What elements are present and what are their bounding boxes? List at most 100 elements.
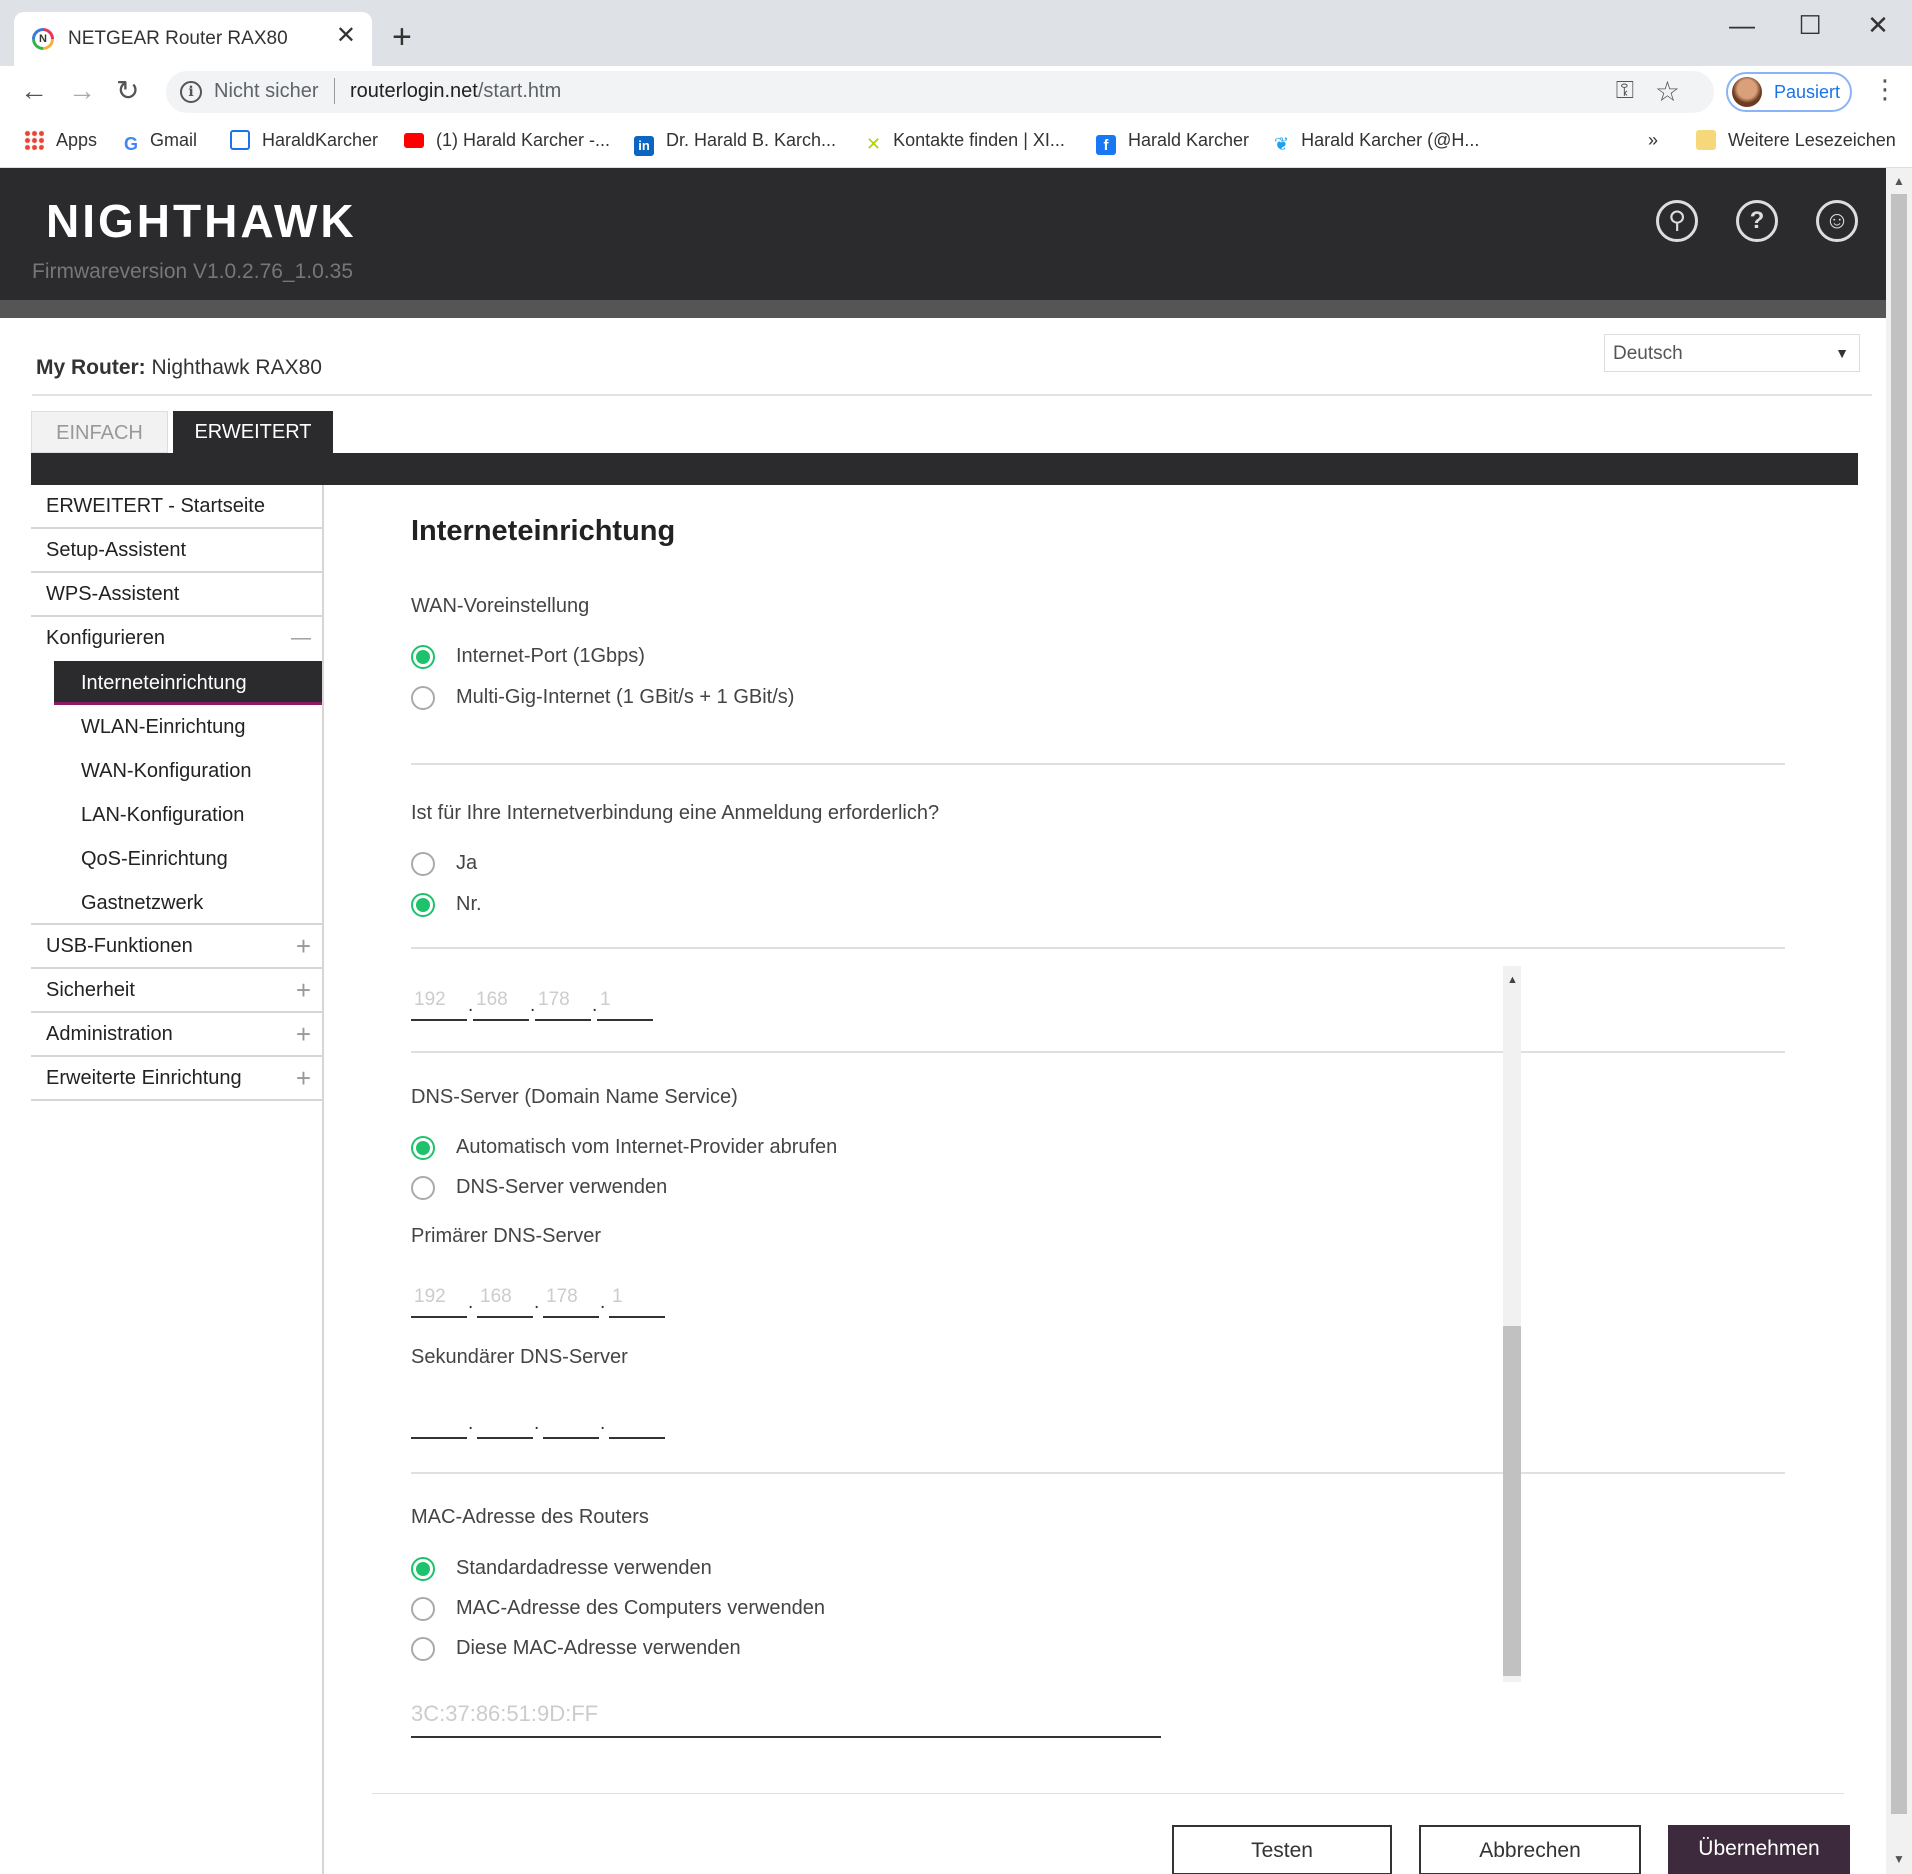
page-scroll-thumb[interactable] — [1891, 194, 1907, 1814]
sidebar-item-administration[interactable]: Administration + — [31, 1013, 323, 1057]
search-icon[interactable]: ⚲ — [1656, 200, 1698, 242]
address-bar[interactable]: i Nicht sicher routerlogin.net/start.htm… — [166, 71, 1714, 113]
bookmark-star-icon[interactable]: ☆ — [1655, 75, 1680, 108]
dns2-octet-4[interactable] — [609, 1401, 665, 1439]
bookmark-folder-other[interactable]: Weitere Lesezeichen — [1696, 130, 1896, 151]
radio-label[interactable]: Multi-Gig-Internet (1 GBit/s + 1 GBit/s) — [456, 686, 794, 709]
ip-octet-3[interactable]: 178 — [535, 983, 591, 1021]
radio-mac-computer[interactable] — [411, 1597, 435, 1621]
ip-octet-1[interactable]: 192 — [411, 983, 467, 1021]
bookmarks-overflow-button[interactable]: » — [1648, 130, 1658, 151]
dns1-octet-4[interactable]: 1 — [609, 1280, 665, 1318]
radio-login-yes[interactable] — [411, 852, 435, 876]
mac-address-input[interactable]: 3C:37:86:51:9D:FF — [411, 1698, 1161, 1738]
radio-mac-default[interactable] — [411, 1557, 435, 1581]
bookmark-youtube[interactable]: (1) Harald Karcher -... — [404, 130, 610, 151]
ip-octet-4[interactable]: 1 — [597, 983, 653, 1021]
ip-address-input[interactable]: 192 . 168 . 178 . 1 — [411, 983, 653, 1023]
xing-icon: ✕ — [866, 134, 882, 154]
key-icon[interactable]: ⚿ — [1616, 77, 1634, 105]
sidebar-item-internet-setup[interactable]: Interneteinrichtung — [54, 661, 323, 705]
primary-dns-label: Primärer DNS-Server — [411, 1225, 602, 1247]
new-tab-button[interactable]: + — [392, 20, 412, 54]
expand-icon[interactable]: + — [296, 925, 311, 967]
sidebar-item-label: QoS-Einrichtung — [81, 848, 228, 870]
radio-dns-manual[interactable] — [411, 1176, 435, 1200]
sidebar-item-qos-setup[interactable]: QoS-Einrichtung — [31, 837, 323, 881]
back-button[interactable]: ← — [20, 76, 48, 106]
radio-label[interactable]: MAC-Adresse des Computers verwenden — [456, 1597, 825, 1620]
sidebar-item-wlan-setup[interactable]: WLAN-Einrichtung — [31, 705, 323, 749]
bookmark-haraldkarcher[interactable]: HaraldKarcher — [230, 130, 378, 151]
maximize-button[interactable]: ☐ — [1790, 10, 1830, 41]
tab-advanced[interactable]: ERWEITERT — [173, 411, 333, 453]
bookmark-facebook[interactable]: f Harald Karcher — [1096, 130, 1249, 155]
scroll-up-icon[interactable]: ▲ — [1893, 174, 1905, 188]
cancel-button[interactable]: Abbrechen — [1419, 1825, 1641, 1874]
bookmark-linkedin[interactable]: in Dr. Harald B. Karch... — [634, 130, 836, 156]
profile-button[interactable]: Pausiert — [1726, 72, 1852, 112]
sidebar-item-advanced-setup[interactable]: Erweiterte Einrichtung + — [31, 1057, 323, 1101]
url-text[interactable]: routerlogin.net/start.htm — [350, 80, 561, 103]
radio-label[interactable]: Internet-Port (1Gbps) — [456, 645, 645, 668]
close-window-button[interactable]: ✕ — [1858, 10, 1898, 41]
info-icon[interactable]: i — [180, 81, 202, 103]
dns2-octet-2[interactable] — [477, 1401, 533, 1439]
radio-label[interactable]: DNS-Server verwenden — [456, 1176, 667, 1199]
help-icon[interactable]: ? — [1736, 200, 1778, 242]
divider — [411, 947, 1785, 949]
sidebar-item-lan-config[interactable]: LAN-Konfiguration — [31, 793, 323, 837]
sidebar-item-security[interactable]: Sicherheit + — [31, 969, 323, 1013]
dns2-octet-3[interactable] — [543, 1401, 599, 1439]
tab-close-icon[interactable]: ✕ — [336, 24, 356, 48]
content-scroll-thumb[interactable] — [1503, 1326, 1521, 1676]
primary-dns-input[interactable]: 192 . 168 . 178 . 1 — [411, 1280, 671, 1320]
page-scrollbar[interactable]: ▲ ▼ — [1886, 168, 1912, 1874]
sidebar-item-wps-wizard[interactable]: WPS-Assistent — [31, 573, 323, 617]
apply-button[interactable]: Übernehmen — [1668, 1825, 1850, 1874]
content-scrollbar[interactable]: ▲ — [1503, 966, 1521, 1682]
radio-dns-auto[interactable] — [411, 1136, 435, 1160]
bookmark-twitter[interactable]: ❦ Harald Karcher (@H... — [1274, 130, 1479, 154]
bookmark-apps[interactable]: Apps — [24, 130, 97, 151]
bookmark-xing[interactable]: ✕ Kontakte finden | XI... — [866, 130, 1065, 154]
dns1-octet-3[interactable]: 178 — [543, 1280, 599, 1318]
browser-tab[interactable]: NETGEAR Router RAX80 ✕ — [14, 12, 372, 66]
tab-basic[interactable]: EINFACH — [31, 411, 168, 453]
expand-icon[interactable]: + — [296, 1057, 311, 1099]
minimize-button[interactable]: — — [1722, 10, 1762, 41]
scroll-up-icon[interactable]: ▲ — [1507, 974, 1518, 986]
radio-wan-internet-port[interactable] — [411, 645, 435, 669]
radio-label[interactable]: Standardadresse verwenden — [456, 1557, 712, 1580]
bookmark-gmail[interactable]: G Gmail — [124, 130, 197, 154]
account-icon[interactable]: ☺ — [1816, 200, 1858, 242]
scroll-down-icon[interactable]: ▼ — [1893, 1852, 1905, 1866]
radio-label[interactable]: Automatisch vom Internet-Provider abrufe… — [456, 1136, 837, 1159]
sidebar-item-setup-wizard[interactable]: Setup-Assistent — [31, 529, 323, 573]
reload-button[interactable]: ↻ — [116, 76, 139, 106]
sidebar-item-usb[interactable]: USB-Funktionen + — [31, 925, 323, 969]
radio-label[interactable]: Diese MAC-Adresse verwenden — [456, 1637, 741, 1660]
radio-mac-custom[interactable] — [411, 1637, 435, 1661]
radio-label[interactable]: Nr. — [456, 893, 482, 916]
forward-button[interactable]: → — [68, 76, 96, 106]
sidebar-item-wan-config[interactable]: WAN-Konfiguration — [31, 749, 323, 793]
radio-login-no[interactable] — [411, 893, 435, 917]
dns1-octet-1[interactable]: 192 — [411, 1280, 467, 1318]
expand-icon[interactable]: + — [296, 1013, 311, 1055]
browser-menu-icon[interactable]: ⋮ — [1872, 76, 1898, 102]
language-select[interactable]: Deutsch ▼ — [1604, 334, 1860, 372]
sidebar-item-configure[interactable]: Konfigurieren — — [31, 617, 323, 661]
radio-label[interactable]: Ja — [456, 852, 477, 875]
collapse-icon[interactable]: — — [291, 617, 311, 659]
radio-wan-multigig[interactable] — [411, 686, 435, 710]
dns1-octet-2[interactable]: 168 — [477, 1280, 533, 1318]
dns2-octet-1[interactable] — [411, 1401, 467, 1439]
sidebar-item-guest-network[interactable]: Gastnetzwerk — [31, 881, 323, 925]
security-label[interactable]: Nicht sicher — [214, 80, 318, 103]
secondary-dns-input[interactable]: . . . — [411, 1401, 671, 1441]
expand-icon[interactable]: + — [296, 969, 311, 1011]
test-button[interactable]: Testen — [1172, 1825, 1392, 1874]
ip-octet-2[interactable]: 168 — [473, 983, 529, 1021]
sidebar-item-advanced-home[interactable]: ERWEITERT - Startseite — [31, 485, 323, 529]
